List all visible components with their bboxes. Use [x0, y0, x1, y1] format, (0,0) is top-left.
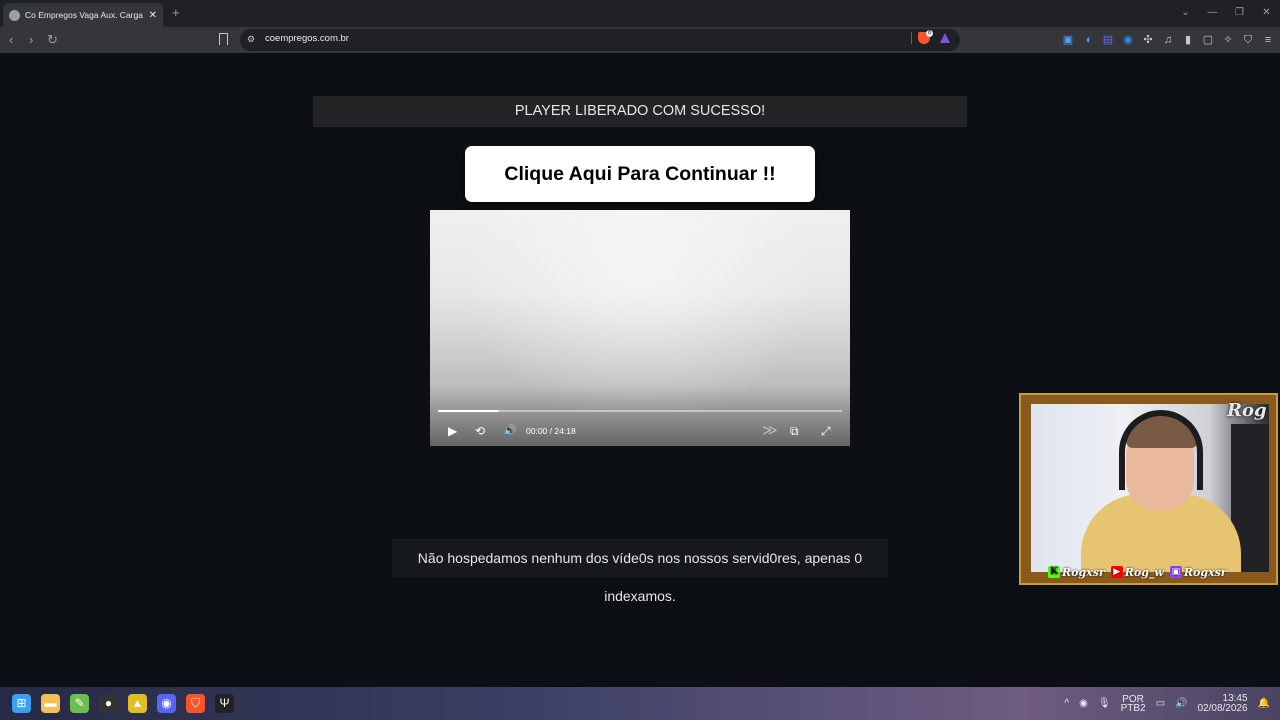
- vpn-icon[interactable]: ⛉: [1240, 32, 1256, 48]
- clock-date: 02/08/2026: [1197, 702, 1248, 714]
- keyboard-layout: PTB2: [1120, 702, 1146, 714]
- youtube-icon: ▶: [1110, 566, 1123, 578]
- reload-icon[interactable]: ↻: [47, 31, 58, 49]
- language-indicator[interactable]: POR PTB2: [1120, 694, 1146, 714]
- system-tray: ^ ◉ 🎙 POR PTB2 ▭ 🔊 13:45 02/08/2026 🔔: [1064, 690, 1270, 717]
- taskbar-apps: ⊞ ▬ ✎ ● ▲ ◉ ⛉ Ψ: [12, 694, 234, 713]
- time-separator: /: [549, 426, 553, 436]
- close-window-button[interactable]: ✕: [1253, 0, 1280, 27]
- wallet-icon[interactable]: ▢: [1200, 32, 1216, 48]
- webcam-video: [1031, 404, 1269, 572]
- extension-icon[interactable]: ▤: [1100, 32, 1116, 48]
- fullscreen-icon[interactable]: ⤢: [821, 423, 831, 439]
- omnibox-divider: [911, 32, 912, 44]
- browser-toolbar: ‹ › ↻ ⚙ coempregos.com.br 8 ▣ ◖ ▤ ◉ ✣ ♫ …: [0, 27, 1280, 53]
- kick-handle: K Rogxsr: [1048, 566, 1105, 579]
- trident-app-icon[interactable]: Ψ: [215, 694, 234, 713]
- youtube-handle: ▶ Rog_w: [1110, 565, 1164, 579]
- extensions-row: ▣ ◖ ▤ ◉ ✣ ♫ ▮ ▢ ✧ ⛉ ≡: [1060, 32, 1276, 48]
- twitch-handle-text: Rogxsr: [1183, 565, 1227, 579]
- file-explorer-icon[interactable]: ▬: [41, 694, 60, 713]
- new-tab-button[interactable]: +: [172, 5, 180, 20]
- minimize-button[interactable]: —: [1199, 0, 1226, 27]
- disclaimer-text: Não hospedamos nenhum dos víde0s nos nos…: [392, 539, 888, 604]
- extension-icon[interactable]: ◉: [1120, 32, 1136, 48]
- forward-icon[interactable]: ›: [29, 31, 33, 49]
- headset: [1119, 410, 1203, 490]
- notepad-app-icon[interactable]: ✎: [70, 694, 89, 713]
- brave-app-icon[interactable]: ⛉: [186, 694, 205, 713]
- current-time: 00:00: [526, 426, 548, 436]
- bookmark-icon[interactable]: [219, 33, 228, 45]
- microphone-icon[interactable]: 🎙: [1098, 698, 1111, 709]
- triangle-app-icon[interactable]: ▲: [128, 694, 147, 713]
- sidebar-icon[interactable]: ▮: [1180, 32, 1196, 48]
- menu-icon[interactable]: ≡: [1260, 32, 1276, 48]
- duration: 24:18: [554, 426, 576, 436]
- windows-start-icon[interactable]: ⊞: [12, 694, 31, 713]
- taskbar: ⊞ ▬ ✎ ● ▲ ◉ ⛉ Ψ ^ ◉ 🎙 POR PTB2 ▭ 🔊 13:45 02/08/…: [0, 687, 1280, 720]
- tray-chevron-icon[interactable]: ^: [1064, 698, 1069, 709]
- twitch-handle: ▣ Rogxsr: [1169, 565, 1227, 579]
- continue-button[interactable]: Clique Aqui Para Continuar !!: [465, 146, 815, 202]
- page-viewport: PLAYER LIBERADO COM SUCESSO! Clique Aqui…: [3, 53, 1277, 687]
- extension-icon[interactable]: ▣: [1060, 32, 1076, 48]
- replay-icon[interactable]: ⟲: [475, 423, 485, 439]
- clock[interactable]: 13:45 02/08/2026: [1197, 693, 1248, 714]
- brave-rewards-icon[interactable]: [940, 33, 950, 43]
- webcam-overlay: [1019, 393, 1278, 585]
- puzzle-icon[interactable]: ✣: [1140, 32, 1156, 48]
- progress-bar[interactable]: [438, 410, 842, 412]
- youtube-handle-text: Rog_w: [1124, 565, 1164, 579]
- window-controls: ⌄ — ❐ ✕: [1172, 0, 1280, 27]
- network-icon[interactable]: ▭: [1156, 698, 1165, 709]
- video-player[interactable]: ▶ ⟲ 🔊 00:00 / 24:18 ≫ ⧉ ⤢: [430, 210, 850, 446]
- controls-overlay: [430, 386, 850, 446]
- browser-tab-bar: Co Empregos Vaga Aux. Carga e ✕ + ⌄ — ❐ …: [0, 0, 1280, 27]
- speaker-icon[interactable]: 🔊: [1175, 698, 1187, 709]
- close-tab-icon[interactable]: ✕: [149, 10, 157, 21]
- site-info-icon[interactable]: ⚙: [247, 34, 255, 45]
- leo-ai-icon[interactable]: ✧: [1220, 32, 1236, 48]
- success-banner: PLAYER LIBERADO COM SUCESSO!: [313, 96, 967, 127]
- volume-icon[interactable]: 🔊: [503, 423, 517, 439]
- kick-handle-text: Rogxsr: [1062, 565, 1105, 579]
- notification-icon[interactable]: 🔔: [1258, 698, 1270, 709]
- twitch-icon: ▣: [1169, 566, 1182, 578]
- back-icon[interactable]: ‹: [9, 31, 13, 49]
- pip-icon[interactable]: ⧉: [790, 423, 799, 439]
- tab-title: Co Empregos Vaga Aux. Carga e: [25, 10, 145, 20]
- progress-fill: [438, 410, 499, 412]
- time-display: 00:00 / 24:18: [526, 426, 576, 436]
- maximize-button[interactable]: ❐: [1226, 0, 1253, 27]
- obs-app-icon[interactable]: ●: [99, 694, 118, 713]
- url-text[interactable]: coempregos.com.br: [265, 33, 349, 44]
- social-handles: K Rogxsr ▶ Rog_w ▣ Rogxsr: [1048, 563, 1242, 581]
- tray-app-icon[interactable]: ◉: [1079, 698, 1088, 709]
- discord-app-icon[interactable]: ◉: [157, 694, 176, 713]
- browser-tab[interactable]: Co Empregos Vaga Aux. Carga e ✕: [3, 3, 163, 27]
- kick-icon: K: [1048, 566, 1060, 578]
- shield-count-badge: 8: [926, 30, 933, 37]
- music-icon[interactable]: ♫: [1160, 32, 1176, 48]
- play-icon[interactable]: ▶: [448, 423, 457, 439]
- skip-icon[interactable]: ≫: [762, 423, 778, 439]
- streamer-logo: Rog: [1227, 400, 1267, 421]
- globe-icon: [9, 9, 20, 21]
- extension-icon[interactable]: ◖: [1080, 32, 1096, 48]
- tab-search-icon[interactable]: ⌄: [1172, 0, 1199, 27]
